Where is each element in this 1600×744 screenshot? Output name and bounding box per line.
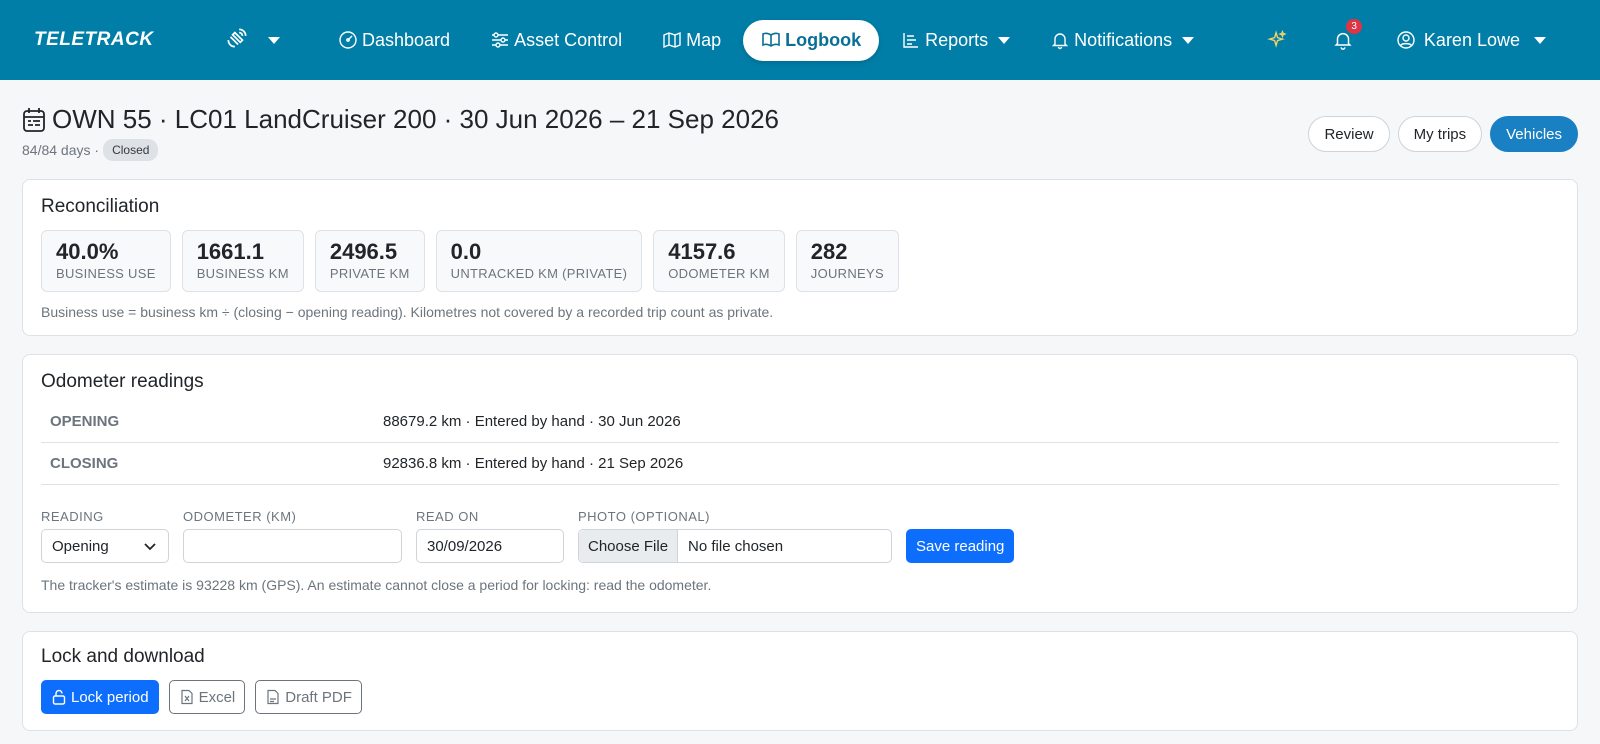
- odometer-card: Odometer readings OPENING 88679.2 km · E…: [22, 354, 1578, 613]
- sparkle-icon: [1267, 29, 1287, 48]
- chart-icon: [903, 33, 919, 48]
- stat-value: 1661.1: [196, 239, 264, 264]
- closing-detail: 92836.8 km · Entered by hand · 21 Sep 20…: [383, 455, 684, 472]
- nav-reports-label: Reports: [925, 29, 989, 50]
- save-reading-button[interactable]: Save reading: [906, 529, 1015, 563]
- nav-notifications[interactable]: Notifications: [1032, 20, 1212, 61]
- excel-file-icon: [180, 689, 193, 705]
- vehicles-button[interactable]: Vehicles: [1490, 116, 1578, 152]
- stat-odometer-km: 4157.6 ODOMETER KM: [653, 230, 785, 292]
- stat-value: 4157.6: [668, 239, 736, 264]
- nav-map[interactable]: Map: [644, 20, 739, 61]
- days-count: 84/84 days ·: [22, 142, 100, 158]
- satellite-icon: [224, 25, 250, 56]
- photo-file-input[interactable]: Choose File No file chosen: [578, 529, 892, 563]
- read-on-date-input[interactable]: 30/09/2026: [416, 529, 564, 563]
- draft-pdf-button[interactable]: Draft PDF: [255, 680, 362, 714]
- top-navbar: TELETRACK Dashboard Asset Control Map Lo…: [0, 0, 1600, 80]
- user-name: Karen Lowe: [1423, 29, 1520, 50]
- read-on-label: READ ON: [416, 509, 479, 524]
- book-icon: [762, 32, 780, 47]
- tracker-dropdown[interactable]: [224, 25, 320, 56]
- lock-period-button[interactable]: Lock period: [41, 680, 159, 714]
- photo-label: PHOTO (OPTIONAL): [578, 509, 710, 524]
- closing-label: CLOSING: [50, 455, 119, 472]
- reconciliation-card: Reconciliation 40.0% BUSINESS USE 1661.1…: [22, 179, 1578, 336]
- lock-download-card: Lock and download Lock period Excel Draf…: [22, 631, 1578, 731]
- notification-bell-button[interactable]: 3: [1310, 19, 1376, 51]
- review-button[interactable]: Review: [1308, 116, 1390, 152]
- odometer-title: Odometer readings: [41, 371, 204, 392]
- odometer-km-label: ODOMETER (KM): [183, 509, 297, 524]
- stat-label: ODOMETER KM: [668, 266, 770, 281]
- nav-map-label: Map: [686, 29, 722, 50]
- reading-form: READING Opening ODOMETER (KM) READ ON 30…: [41, 509, 1559, 563]
- stat-business-use: 40.0% BUSINESS USE: [41, 230, 171, 292]
- tracker-estimate-hint: The tracker's estimate is 93228 km (GPS)…: [41, 577, 712, 593]
- stat-value: 40.0%: [56, 239, 119, 264]
- lock-period-label: Lock period: [71, 688, 149, 706]
- draft-pdf-label: Draft PDF: [285, 688, 352, 706]
- stat-journeys: 282 JOURNEYS: [795, 230, 899, 292]
- chevron-down-icon: [268, 36, 280, 44]
- no-file-text: No file chosen: [688, 537, 784, 555]
- my-trips-button[interactable]: My trips: [1397, 116, 1483, 152]
- stat-untracked-km: 0.0 UNTRACKED KM (PRIVATE): [435, 230, 643, 292]
- reading-select[interactable]: Opening: [41, 529, 169, 563]
- stat-value: 2496.5: [329, 239, 398, 264]
- odometer-opening-row: OPENING 88679.2 km · Entered by hand · 3…: [41, 401, 1559, 443]
- status-badge: Closed: [103, 139, 159, 161]
- pdf-file-icon: [267, 689, 279, 705]
- stat-label: BUSINESS KM: [196, 266, 289, 281]
- nav-notifications-label: Notifications: [1074, 29, 1173, 50]
- nav-asset-control-label: Asset Control: [514, 29, 623, 50]
- nav-logbook[interactable]: Logbook: [743, 19, 880, 61]
- stat-label: JOURNEYS: [810, 266, 884, 281]
- reading-label: READING: [41, 509, 104, 524]
- reading-selected-value: Opening: [52, 537, 109, 555]
- ai-sparkle-button[interactable]: [1244, 29, 1310, 51]
- chevron-down-icon: [144, 543, 156, 551]
- stat-private-km: 2496.5 PRIVATE KM: [314, 230, 425, 292]
- excel-download-button[interactable]: Excel: [168, 680, 246, 714]
- stat-label: BUSINESS USE: [56, 266, 156, 281]
- odometer-closing-row: CLOSING 92836.8 km · Entered by hand · 2…: [41, 443, 1559, 485]
- page-title: OWN 55 · LC01 LandCruiser 200 · 30 Jun 2…: [52, 104, 780, 134]
- nav-dashboard[interactable]: Dashboard: [320, 20, 468, 61]
- user-circle-icon: [1397, 31, 1415, 49]
- excel-label: Excel: [198, 688, 236, 706]
- opening-detail: 88679.2 km · Entered by hand · 30 Jun 20…: [383, 413, 681, 430]
- nav-logbook-label: Logbook: [785, 29, 862, 50]
- odometer-km-input[interactable]: [183, 529, 402, 563]
- unlock-icon: [52, 689, 66, 705]
- stat-business-km: 1661.1 BUSINESS KM: [181, 230, 304, 292]
- chevron-down-icon: [1534, 36, 1546, 44]
- lock-title: Lock and download: [41, 646, 205, 667]
- notification-count-badge: 3: [1346, 19, 1362, 34]
- bell-icon: [1051, 33, 1069, 50]
- nav-reports[interactable]: Reports: [883, 20, 1028, 61]
- stat-value: 0.0: [450, 239, 482, 264]
- nav-asset-control[interactable]: Asset Control: [472, 20, 640, 61]
- brand-logo[interactable]: TELETRACK: [34, 29, 224, 51]
- chevron-down-icon: [998, 36, 1011, 44]
- user-menu[interactable]: Karen Lowe: [1376, 30, 1566, 51]
- nav-dashboard-label: Dashboard: [362, 29, 451, 50]
- stat-label: UNTRACKED KM (PRIVATE): [450, 266, 628, 281]
- sliders-icon: [492, 32, 509, 48]
- stat-label: PRIVATE KM: [329, 266, 410, 281]
- opening-label: OPENING: [50, 413, 120, 430]
- page-header: OWN 55 · LC01 LandCruiser 200 · 30 Jun 2…: [0, 80, 1600, 161]
- chevron-down-icon: [1182, 36, 1195, 44]
- reconciliation-title: Reconciliation: [41, 196, 160, 217]
- calendar-icon: [23, 107, 45, 132]
- choose-file-button[interactable]: Choose File: [579, 530, 679, 562]
- map-icon: [663, 31, 681, 49]
- business-use-note: Business use = business km ÷ (closing − …: [41, 304, 774, 320]
- stat-value: 282: [810, 239, 848, 264]
- speedometer-icon: [339, 31, 357, 49]
